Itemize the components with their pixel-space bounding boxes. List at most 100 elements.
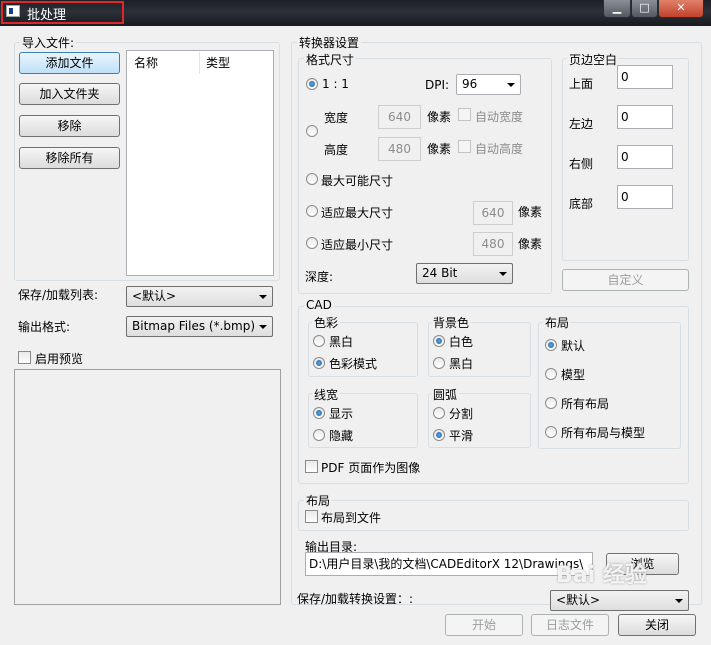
width-unit-label: 像素 [427,110,452,124]
layout-default-label: 默认 [561,339,586,353]
fit-max-input[interactable]: 640 [473,201,513,225]
format-size-title: 格式尺寸 [304,51,357,68]
margin-bottom-input[interactable]: 0 [617,185,673,209]
layout-default-radio[interactable] [545,339,557,351]
chevron-down-icon [259,325,267,329]
margin-top-input[interactable]: 0 [617,65,673,89]
width-label: 宽度 [324,111,349,125]
bg-white-radio[interactable] [433,335,445,347]
save-settings-combo[interactable]: <默认> [550,590,689,611]
margin-top-label: 上面 [569,77,594,91]
remove-button[interactable]: 移除 [19,115,120,137]
close-button[interactable]: 关闭 [618,614,696,636]
dpi-combo[interactable]: 96 [456,74,521,95]
fit-max-label: 适应最大尺寸 [321,206,394,220]
bg-black-label: 黑白 [449,357,474,371]
pdf-as-image-label: PDF 页面作为图像 [321,461,421,475]
chevron-down-icon [507,83,515,87]
remove-all-button[interactable]: 移除所有 [19,147,120,169]
margin-left-label: 左边 [569,117,594,131]
layout-all-model-radio[interactable] [545,426,557,438]
custom-button[interactable]: 自定义 [562,269,689,291]
dpi-value: 96 [462,77,478,91]
fit-min-input[interactable]: 480 [473,232,513,256]
max-possible-radio[interactable] [306,173,318,185]
dpi-label: DPI: [425,78,450,92]
fit-min-unit-label: 像素 [518,237,543,251]
list-file-value: <默认> [132,289,177,303]
line-hide-label: 隐藏 [329,429,354,443]
bg-white-label: 白色 [449,335,474,349]
layout-model-radio[interactable] [545,368,557,380]
auto-width-checkbox[interactable] [458,108,471,121]
ratio-1-1-radio[interactable] [306,78,318,90]
column-type[interactable]: 类型 [200,52,272,74]
auto-height-checkbox[interactable] [458,140,471,153]
close-window-button[interactable]: ✕ [658,0,704,18]
start-button[interactable]: 开始 [445,614,523,636]
layout-model-label: 模型 [561,368,586,382]
layout-all-radio[interactable] [545,397,557,409]
line-show-radio[interactable] [313,407,325,419]
auto-height-label: 自动高度 [475,142,524,156]
height-unit-label: 像素 [427,142,452,156]
arc-smooth-radio[interactable] [433,429,445,441]
color-mode-radio[interactable] [313,357,325,369]
chevron-down-icon [259,295,267,299]
layout-all-label: 所有布局 [561,397,610,411]
depth-label: 深度: [305,270,334,284]
margin-bottom-label: 底部 [569,197,594,211]
bg-black-radio[interactable] [433,357,445,369]
title-highlight-box [1,1,124,24]
fit-max-unit-label: 像素 [518,205,543,219]
layout-to-file-checkbox[interactable] [305,510,318,523]
maximize-button[interactable]: □ [631,0,658,18]
bw-label: 黑白 [329,335,354,349]
depth-value: 24 Bit [422,266,458,280]
cad-title: CAD [304,298,334,312]
color-mode-label: 色彩模式 [329,357,378,371]
pdf-as-image-checkbox[interactable] [305,460,318,473]
fit-min-radio[interactable] [306,237,318,249]
output-format-combo[interactable]: Bitmap Files (*.bmp) [126,316,273,337]
minimize-button[interactable]: ▁ [603,0,631,18]
margin-right-label: 右侧 [569,157,594,171]
max-possible-label: 最大可能尺寸 [321,174,394,188]
enable-preview-checkbox[interactable] [18,351,31,364]
add-folder-button[interactable]: 加入文件夹 [19,83,120,105]
import-files-title: 导入文件: [20,34,77,51]
log-file-button[interactable]: 日志文件 [531,614,609,636]
height-input[interactable]: 480 [378,137,421,161]
depth-combo[interactable]: 24 Bit [416,263,513,284]
layout-to-file-label: 布局到文件 [321,511,382,525]
converter-settings-title: 转换器设置 [297,34,362,51]
batch-process-window: 批处理 ▁ □ ✕ 导入文件: 添加文件 加入文件夹 移除 移除所有 名称 类型… [0,0,711,645]
layout-group-title: 布局 [304,492,333,509]
layout-all-model-label: 所有布局与模型 [561,426,646,440]
output-format-label: 输出格式: [18,320,71,334]
column-name[interactable]: 名称 [128,52,200,74]
arc-split-radio[interactable] [433,407,445,419]
line-show-label: 显示 [329,407,354,421]
enable-preview-label: 启用预览 [35,352,84,366]
line-hide-radio[interactable] [313,429,325,441]
ratio-1-1-label: 1 : 1 [322,77,349,91]
save-settings-label: 保存/加载转换设置：: [297,592,414,606]
bw-radio[interactable] [313,335,325,347]
chevron-down-icon [499,272,507,276]
margin-left-input[interactable]: 0 [617,105,673,129]
file-list[interactable]: 名称 类型 [126,50,274,276]
list-file-combo[interactable]: <默认> [126,286,273,307]
output-dir-input[interactable]: D:\用户目录\我的文档\CADEditorX 12\Drawings\ [305,552,593,576]
margins-title: 页边空白 [567,51,620,68]
list-file-label: 保存/加载列表: [18,288,99,302]
margin-right-input[interactable]: 0 [617,145,673,169]
custom-size-radio[interactable] [306,125,318,137]
arc-title: 圆弧 [431,386,460,403]
fit-max-radio[interactable] [306,205,318,217]
height-label: 高度 [324,143,349,157]
arc-split-label: 分割 [449,407,474,421]
add-file-button[interactable]: 添加文件 [19,52,120,74]
width-input[interactable]: 640 [378,105,421,129]
line-width-title: 线宽 [312,386,341,403]
